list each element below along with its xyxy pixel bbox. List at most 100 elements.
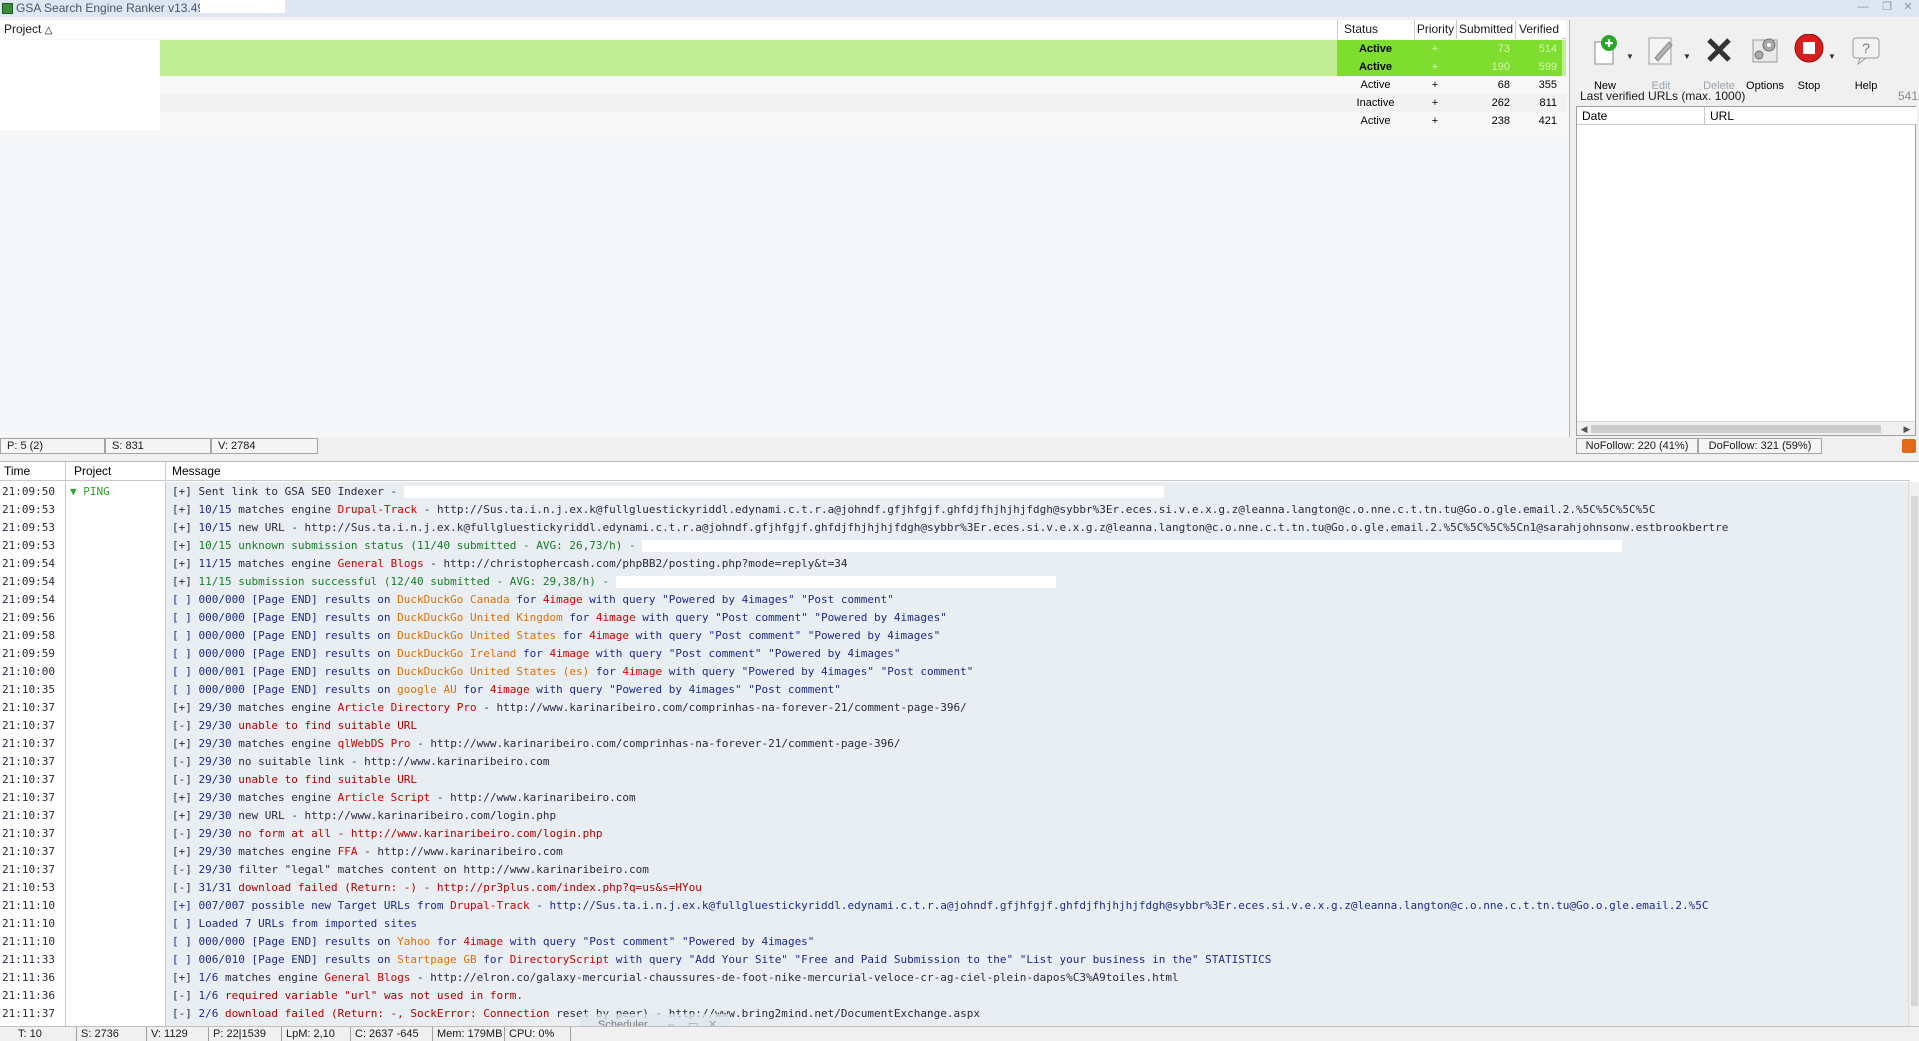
log-message-part: 1/6 bbox=[198, 989, 219, 1002]
log-message-part: Startpage GB bbox=[397, 953, 477, 966]
log-message-part: [-] bbox=[172, 881, 199, 894]
stop-dropdown-icon[interactable]: ▼ bbox=[1828, 52, 1836, 61]
project-status: Active bbox=[1360, 79, 1391, 91]
verified-urls-table[interactable]: Date URL ◀ ▶ bbox=[1576, 106, 1917, 436]
column-time[interactable]: Time bbox=[0, 462, 66, 481]
log-scroll-thumb[interactable] bbox=[1911, 496, 1918, 1006]
log-message[interactable]: [+] 007/007 possible new Target URLs fro… bbox=[166, 897, 1708, 915]
stop-button[interactable]: Stop bbox=[1786, 30, 1832, 92]
log-panel: Time Project Message 21:09:50 21:09:53 21:… bbox=[0, 461, 1919, 1027]
log-message[interactable]: [-] 2/6 download failed (Return: -, Sock… bbox=[166, 1005, 980, 1023]
log-message[interactable]: [-] 29/30 filter "legal" matches content… bbox=[166, 861, 649, 879]
log-message[interactable]: [+] 29/30 new URL - http://www.karinarib… bbox=[166, 807, 556, 825]
follow-stats: NoFollow: 220 (41%) DoFollow: 321 (59%) bbox=[1576, 437, 1919, 455]
new-button[interactable]: New bbox=[1582, 30, 1628, 92]
column-submitted[interactable]: Submitted bbox=[1456, 20, 1515, 39]
log-message-part: unable to find suitable URL bbox=[231, 773, 418, 786]
log-messages: [+] Sent link to GSA SEO Indexer - [+] 1… bbox=[166, 482, 1908, 1027]
project-row[interactable]: Active +73 514 bbox=[0, 40, 1566, 58]
log-message[interactable]: [+] 11/15 matches engine General Blogs -… bbox=[166, 555, 848, 573]
log-message[interactable]: [ ] 000/000 [Page END] results on DuckDu… bbox=[166, 609, 947, 627]
log-message[interactable]: [ ] 000/000 [Page END] results on Yahoo … bbox=[166, 933, 814, 951]
new-dropdown-icon[interactable]: ▼ bbox=[1626, 52, 1634, 61]
scroll-right-icon[interactable]: ▶ bbox=[1901, 423, 1913, 435]
log-message[interactable]: [+] 10/15 new URL - http://Sus.ta.i.n.j.… bbox=[166, 519, 1728, 537]
log-message-part: for bbox=[509, 593, 543, 606]
log-message[interactable]: [+] 29/30 matches engine qlWebDS Pro - h… bbox=[166, 735, 901, 753]
column-message[interactable]: Message bbox=[166, 462, 1910, 481]
redacted-url bbox=[642, 540, 1623, 552]
svg-text:?: ? bbox=[1862, 40, 1870, 56]
edit-button[interactable]: Edit bbox=[1638, 30, 1684, 92]
log-message-part: filter "legal" matches content on http:/… bbox=[231, 863, 649, 876]
help-button[interactable]: ? Help bbox=[1843, 30, 1889, 92]
column-status[interactable]: Status bbox=[1337, 20, 1414, 39]
log-message-part: - http://www.karinaribeiro.com bbox=[357, 845, 563, 858]
horizontal-scrollbar[interactable]: ◀ ▶ bbox=[1577, 421, 1915, 435]
log-message-part: Yahoo bbox=[397, 935, 431, 948]
log-message[interactable]: [ ] 000/001 [Page END] results on DuckDu… bbox=[166, 663, 973, 681]
project-priority: + bbox=[1431, 79, 1439, 91]
log-message-part: 10/15 unknown submission status (11/40 s… bbox=[198, 539, 643, 552]
close-button[interactable]: ✕ bbox=[1897, 0, 1919, 14]
log-message[interactable]: [-] 29/30 no form at all - http://www.ka… bbox=[166, 825, 603, 843]
log-message-part: for bbox=[589, 665, 623, 678]
log-message-part: [+] bbox=[172, 845, 199, 858]
column-url[interactable]: URL bbox=[1705, 107, 1917, 125]
log-message[interactable]: [+] 29/30 matches engine FFA - http://ww… bbox=[166, 843, 563, 861]
captcha-stat: C: 2637 -645 bbox=[351, 1027, 433, 1041]
project-row[interactable]: Active +68 355 bbox=[0, 76, 1566, 94]
log-message[interactable]: [+] 29/30 matches engine Article Script … bbox=[166, 789, 636, 807]
log-message[interactable]: [-] 29/30 unable to find suitable URL bbox=[166, 717, 417, 735]
scroll-thumb[interactable] bbox=[1591, 425, 1881, 433]
column-verified[interactable]: Verified bbox=[1515, 20, 1562, 39]
log-message[interactable]: [+] 10/15 unknown submission status (11/… bbox=[166, 537, 1623, 555]
speaker-icon[interactable] bbox=[1902, 439, 1916, 453]
log-message[interactable]: [ ] Loaded 7 URLs from imported sites bbox=[166, 915, 417, 933]
log-message-part: for bbox=[556, 629, 590, 642]
log-message-part: matches engine bbox=[231, 503, 338, 516]
project-name-redaction bbox=[0, 40, 160, 58]
log-message[interactable]: [+] 29/30 matches engine Article Directo… bbox=[166, 699, 967, 717]
scroll-left-icon[interactable]: ◀ bbox=[1578, 423, 1590, 435]
status-bar: T: 10 S: 2736 V: 1129 P: 22|1539 LpM: 2,… bbox=[0, 1026, 1919, 1041]
maximize-button[interactable]: ❐ bbox=[1876, 0, 1898, 14]
log-message-part: 2/6 bbox=[198, 1007, 219, 1020]
project-row[interactable]: Active +238 421 bbox=[0, 112, 1566, 130]
log-message[interactable]: [ ] 000/000 [Page END] results on google… bbox=[166, 681, 841, 699]
log-message[interactable]: [-] 29/30 no suitable link - http://www.… bbox=[166, 753, 550, 771]
options-button[interactable]: Options bbox=[1742, 30, 1788, 92]
log-time: 21:09:54 bbox=[2, 575, 55, 588]
log-message-part: 4image bbox=[595, 611, 636, 624]
log-message-part: new URL - http://Sus.ta.i.n.j.ex.k@fullg… bbox=[231, 521, 1729, 534]
log-message[interactable]: [-] 1/6 required variable "url" was not … bbox=[166, 987, 523, 1005]
edit-dropdown-icon[interactable]: ▼ bbox=[1683, 52, 1691, 61]
log-message[interactable]: [+] Sent link to GSA SEO Indexer - bbox=[166, 483, 1164, 501]
project-submitted: 68 bbox=[1497, 79, 1510, 91]
log-message-part: [+] bbox=[172, 557, 199, 570]
delete-button[interactable]: Delete bbox=[1696, 30, 1742, 92]
column-project[interactable]: Project △ bbox=[0, 20, 1337, 39]
column-date[interactable]: Date bbox=[1577, 107, 1705, 125]
log-message[interactable]: [ ] 006/010 [Page END] results on Startp… bbox=[166, 951, 1271, 969]
log-message[interactable]: [ ] 000/000 [Page END] results on DuckDu… bbox=[166, 591, 894, 609]
log-time: 21:09:58 bbox=[2, 629, 55, 642]
log-message[interactable]: [+] 10/15 matches engine Drupal-Track - … bbox=[166, 501, 1656, 519]
log-message[interactable]: [+] 1/6 matches engine General Blogs - h… bbox=[166, 969, 1179, 987]
log-message-part: 10/15 bbox=[198, 503, 232, 516]
project-row[interactable]: Active +190 599 bbox=[0, 58, 1566, 76]
log-message-part: for bbox=[476, 953, 510, 966]
minimize-button[interactable]: — bbox=[1852, 0, 1874, 14]
log-message[interactable]: [-] 29/30 unable to find suitable URL bbox=[166, 771, 417, 789]
column-priority[interactable]: Priority bbox=[1414, 20, 1456, 39]
project-row[interactable]: Inactive +262 811 bbox=[0, 94, 1566, 112]
log-message[interactable]: [+] 11/15 submission successful (12/40 s… bbox=[166, 573, 1056, 591]
log-time: 21:09:54 bbox=[2, 557, 55, 570]
log-message[interactable]: [-] 31/31 download failed (Return: -) - … bbox=[166, 879, 702, 897]
column-log-project[interactable]: Project bbox=[66, 462, 166, 481]
log-scrollbar[interactable] bbox=[1908, 482, 1919, 1027]
log-message[interactable]: [ ] 000/000 [Page END] results on DuckDu… bbox=[166, 645, 901, 663]
log-message[interactable]: [ ] 000/000 [Page END] results on DuckDu… bbox=[166, 627, 940, 645]
log-time: 21:10:37 bbox=[2, 719, 55, 732]
log-message-part: 4image bbox=[589, 629, 629, 642]
